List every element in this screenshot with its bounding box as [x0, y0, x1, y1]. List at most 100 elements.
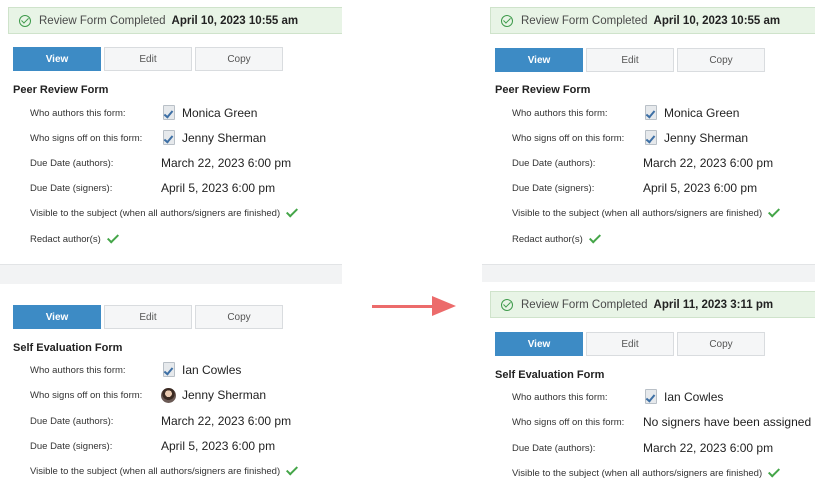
document-avatar-icon [643, 389, 657, 405]
visible-row: Visible to the subject (when all authors… [512, 203, 811, 223]
author-name: Monica Green [664, 106, 740, 120]
due-authors-value: March 22, 2023 6:00 pm [643, 441, 774, 455]
completed-banner: Review Form Completed April 10, 2023 10:… [8, 7, 342, 34]
after-panel: Review Form Completed April 10, 2023 10:… [482, 0, 815, 493]
banner-date: April 10, 2023 10:55 am [171, 14, 299, 27]
due-authors-row: Due Date (authors): March 22, 2023 6:00 … [30, 411, 338, 431]
due-authors-value: March 22, 2023 6:00 pm [643, 156, 774, 170]
signer-name: Jenny Sherman [182, 131, 267, 145]
signer-name: Jenny Sherman [182, 388, 267, 402]
edit-button[interactable]: Edit [586, 332, 674, 356]
visible-label: Visible to the subject (when all authors… [512, 207, 763, 219]
redact-row: Redact author(s) [512, 229, 811, 249]
due-authors-value: March 22, 2023 6:00 pm [161, 414, 292, 428]
action-buttons: View Edit Copy [495, 332, 765, 356]
due-authors-label: Due Date (authors): [30, 157, 114, 169]
authors-label: Who authors this form: [30, 107, 126, 119]
action-buttons: View Edit Copy [495, 48, 765, 72]
banner-date: April 10, 2023 10:55 am [653, 14, 781, 27]
visible-label: Visible to the subject (when all authors… [30, 465, 281, 477]
due-authors-label: Due Date (authors): [30, 415, 114, 427]
signers-row: Who signs off on this form: No signers h… [512, 412, 811, 432]
banner-text: Review Form Completed [521, 298, 648, 311]
visible-label: Visible to the subject (when all authors… [30, 207, 281, 219]
redact-label: Redact author(s) [30, 233, 101, 245]
visible-row: Visible to the subject (when all authors… [512, 463, 811, 483]
due-signers-label: Due Date (signers): [512, 182, 595, 194]
signers-label: Who signs off on this form: [512, 416, 625, 428]
view-button[interactable]: View [13, 47, 101, 71]
visible-row: Visible to the subject (when all authors… [30, 461, 338, 481]
visible-row: Visible to the subject (when all authors… [30, 203, 338, 223]
due-authors-value: March 22, 2023 6:00 pm [161, 156, 292, 170]
checkmark-icon [106, 230, 119, 244]
due-signers-label: Due Date (signers): [30, 440, 113, 452]
view-button[interactable]: View [495, 48, 583, 72]
signers-label: Who signs off on this form: [30, 389, 143, 401]
form-title: Self Evaluation Form [13, 342, 123, 354]
transition-arrow-icon [372, 305, 434, 308]
edit-button[interactable]: Edit [104, 305, 192, 329]
due-signers-row: Due Date (signers): April 5, 2023 6:00 p… [30, 436, 338, 456]
document-avatar-icon [161, 130, 175, 146]
user-photo-avatar [161, 387, 176, 403]
action-buttons: View Edit Copy [13, 305, 283, 329]
redact-row: Redact author(s) [30, 229, 338, 249]
view-button[interactable]: View [495, 332, 583, 356]
view-button[interactable]: View [13, 305, 101, 329]
due-authors-row: Due Date (authors): March 22, 2023 6:00 … [512, 153, 811, 173]
banner-date: April 11, 2023 3:11 pm [653, 298, 774, 311]
due-signers-value: April 5, 2023 6:00 pm [643, 181, 758, 195]
copy-button[interactable]: Copy [195, 47, 283, 71]
author-name: Ian Cowles [664, 390, 724, 404]
document-avatar-icon [161, 105, 175, 121]
checkmark-icon [768, 204, 781, 218]
signers-row: Who signs off on this form: Jenny Sherma… [512, 128, 811, 148]
authors-row: Who authors this form: Monica Green [30, 103, 338, 123]
authors-label: Who authors this form: [512, 107, 608, 119]
author-name: Ian Cowles [182, 363, 242, 377]
checkmark-icon [588, 230, 601, 244]
action-buttons: View Edit Copy [13, 47, 283, 71]
signers-label: Who signs off on this form: [30, 132, 143, 144]
document-avatar-icon [643, 130, 657, 146]
completed-banner: Review Form Completed April 10, 2023 10:… [490, 7, 815, 34]
due-authors-row: Due Date (authors): March 22, 2023 6:00 … [512, 438, 811, 458]
visible-label: Visible to the subject (when all authors… [512, 467, 763, 479]
due-signers-label: Due Date (signers): [30, 182, 113, 194]
due-authors-row: Due Date (authors): March 22, 2023 6:00 … [30, 153, 338, 173]
form-title: Self Evaluation Form [495, 369, 605, 381]
edit-button[interactable]: Edit [104, 47, 192, 71]
card-divider [0, 264, 342, 284]
due-signers-row: Due Date (signers): April 5, 2023 6:00 p… [30, 178, 338, 198]
form-title: Peer Review Form [13, 84, 109, 96]
authors-label: Who authors this form: [512, 391, 608, 403]
card-divider [482, 264, 815, 282]
form-title: Peer Review Form [495, 84, 591, 96]
checkmark-icon [768, 464, 781, 478]
copy-button[interactable]: Copy [677, 48, 765, 72]
document-avatar-icon [643, 105, 657, 121]
redact-label: Redact author(s) [512, 233, 583, 245]
edit-button[interactable]: Edit [586, 48, 674, 72]
arrow-head-icon [432, 296, 456, 316]
banner-text: Review Form Completed [521, 14, 648, 27]
signers-label: Who signs off on this form: [512, 132, 625, 144]
authors-row: Who authors this form: Monica Green [512, 103, 811, 123]
authors-label: Who authors this form: [30, 364, 126, 376]
author-name: Monica Green [182, 106, 258, 120]
checkmark-icon [286, 204, 299, 218]
copy-button[interactable]: Copy [677, 332, 765, 356]
check-circle-icon [501, 14, 513, 27]
no-signers-message: No signers have been assigned [643, 415, 812, 429]
check-circle-icon [19, 14, 31, 27]
due-signers-value: April 5, 2023 6:00 pm [161, 439, 276, 453]
before-panel: Review Form Completed April 10, 2023 10:… [0, 0, 342, 493]
checkmark-icon [286, 462, 299, 476]
due-signers-row: Due Date (signers): April 5, 2023 6:00 p… [512, 178, 811, 198]
authors-row: Who authors this form: Ian Cowles [30, 360, 338, 380]
due-authors-label: Due Date (authors): [512, 157, 596, 169]
signers-row: Who signs off on this form: Jenny Sherma… [30, 385, 338, 405]
due-authors-label: Due Date (authors): [512, 442, 596, 454]
copy-button[interactable]: Copy [195, 305, 283, 329]
